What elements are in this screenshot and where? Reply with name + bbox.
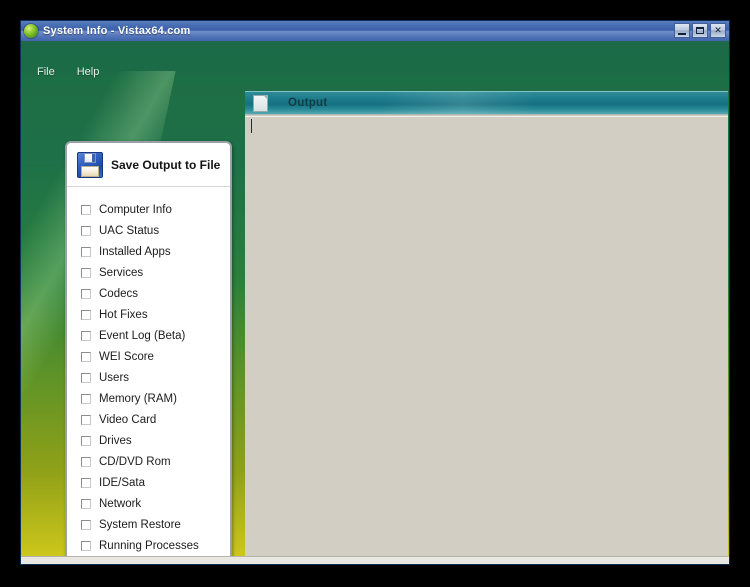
list-item[interactable]: Installed Apps bbox=[81, 241, 230, 262]
checkbox-label: Memory (RAM) bbox=[99, 392, 177, 405]
checkbox-label: IDE/Sata bbox=[99, 476, 146, 489]
list-item[interactable]: Network bbox=[81, 493, 230, 514]
list-item[interactable]: Hot Fixes bbox=[81, 304, 230, 325]
window-controls: ✕ bbox=[674, 23, 726, 38]
title-bar[interactable]: System Info - Vistax64.com ✕ bbox=[21, 21, 729, 41]
minimize-icon bbox=[678, 33, 686, 35]
checkbox-label: Computer Info bbox=[99, 203, 172, 216]
checkbox-computer-info[interactable] bbox=[81, 204, 91, 215]
checkbox-ide-sata[interactable] bbox=[81, 477, 91, 488]
checkbox-label: Running Processes bbox=[99, 539, 199, 552]
checkbox-wei-score[interactable] bbox=[81, 351, 91, 362]
desktop-background: System Info - Vistax64.com ✕ File Help S… bbox=[0, 0, 750, 587]
list-item[interactable]: Computer Info bbox=[81, 199, 230, 220]
menu-item-help[interactable]: Help bbox=[77, 66, 100, 78]
menu-item-file[interactable]: File bbox=[37, 66, 55, 78]
output-panel: Output bbox=[245, 91, 728, 564]
list-item[interactable]: Event Log (Beta) bbox=[81, 325, 230, 346]
save-output-header: Save Output to File bbox=[67, 143, 230, 187]
output-tab-header[interactable]: Output bbox=[245, 91, 728, 115]
list-item[interactable]: Codecs bbox=[81, 283, 230, 304]
minimize-button[interactable] bbox=[674, 23, 690, 38]
output-textarea[interactable] bbox=[245, 116, 728, 564]
list-item[interactable]: Drives bbox=[81, 430, 230, 451]
checkbox-users[interactable] bbox=[81, 372, 91, 383]
checkbox-label: Hot Fixes bbox=[99, 308, 148, 321]
list-item[interactable]: Video Card bbox=[81, 409, 230, 430]
checkbox-list: Computer Info UAC Status Installed Apps … bbox=[67, 187, 230, 556]
checkbox-label: Network bbox=[99, 497, 142, 510]
checkbox-installed-apps[interactable] bbox=[81, 246, 91, 257]
checkbox-codecs[interactable] bbox=[81, 288, 91, 299]
checkbox-drives[interactable] bbox=[81, 435, 91, 446]
close-icon: ✕ bbox=[714, 25, 722, 35]
checkbox-label: Event Log (Beta) bbox=[99, 329, 186, 342]
checkbox-network[interactable] bbox=[81, 498, 91, 509]
checkbox-system-restore[interactable] bbox=[81, 519, 91, 530]
checkbox-cd-dvd-rom[interactable] bbox=[81, 456, 91, 467]
floppy-disk-icon bbox=[77, 151, 103, 178]
checkbox-memory-ram[interactable] bbox=[81, 393, 91, 404]
checkbox-uac-status[interactable] bbox=[81, 225, 91, 236]
checkbox-label: Users bbox=[99, 371, 130, 384]
save-output-title: Save Output to File bbox=[111, 157, 221, 172]
list-item[interactable]: System Restore bbox=[81, 514, 230, 535]
list-item[interactable]: Services bbox=[81, 262, 230, 283]
save-output-panel: Save Output to File Computer Info UAC St… bbox=[65, 141, 232, 564]
menu-bar: File Help bbox=[21, 61, 729, 82]
maximize-icon bbox=[696, 27, 704, 34]
checkbox-label: WEI Score bbox=[99, 350, 154, 363]
output-tab-label: Output bbox=[288, 97, 328, 109]
checkbox-label: Services bbox=[99, 266, 144, 279]
checkbox-label: Drives bbox=[99, 434, 132, 447]
window-bottom-edge bbox=[21, 556, 729, 564]
maximize-button[interactable] bbox=[692, 23, 708, 38]
checkbox-hot-fixes[interactable] bbox=[81, 309, 91, 320]
floppy-label bbox=[81, 165, 99, 177]
text-cursor bbox=[251, 119, 252, 133]
list-item[interactable]: IDE/Sata bbox=[81, 472, 230, 493]
checkbox-label: Installed Apps bbox=[99, 245, 171, 258]
window-title: System Info - Vistax64.com bbox=[43, 25, 191, 37]
document-icon bbox=[253, 94, 268, 112]
list-item[interactable]: CD/DVD Rom bbox=[81, 451, 230, 472]
list-item[interactable]: UAC Status bbox=[81, 220, 230, 241]
checkbox-video-card[interactable] bbox=[81, 414, 91, 425]
checkbox-label: System Restore bbox=[99, 518, 181, 531]
checkbox-label: CD/DVD Rom bbox=[99, 455, 171, 468]
checkbox-event-log[interactable] bbox=[81, 330, 91, 341]
list-item[interactable]: WEI Score bbox=[81, 346, 230, 367]
application-window: System Info - Vistax64.com ✕ File Help S… bbox=[20, 20, 730, 565]
checkbox-services[interactable] bbox=[81, 267, 91, 278]
checkbox-label: Video Card bbox=[99, 413, 157, 426]
app-globe-icon bbox=[24, 24, 38, 38]
close-button[interactable]: ✕ bbox=[710, 23, 726, 38]
floppy-shutter-slot bbox=[92, 153, 95, 162]
window-client-area: File Help Save Output to File Computer I… bbox=[21, 41, 729, 564]
list-item[interactable]: Users bbox=[81, 367, 230, 388]
list-item[interactable]: Memory (RAM) bbox=[81, 388, 230, 409]
checkbox-running-processes[interactable] bbox=[81, 540, 91, 551]
checkbox-label: Codecs bbox=[99, 287, 138, 300]
list-item[interactable]: Running Processes bbox=[81, 535, 230, 556]
checkbox-label: UAC Status bbox=[99, 224, 160, 237]
